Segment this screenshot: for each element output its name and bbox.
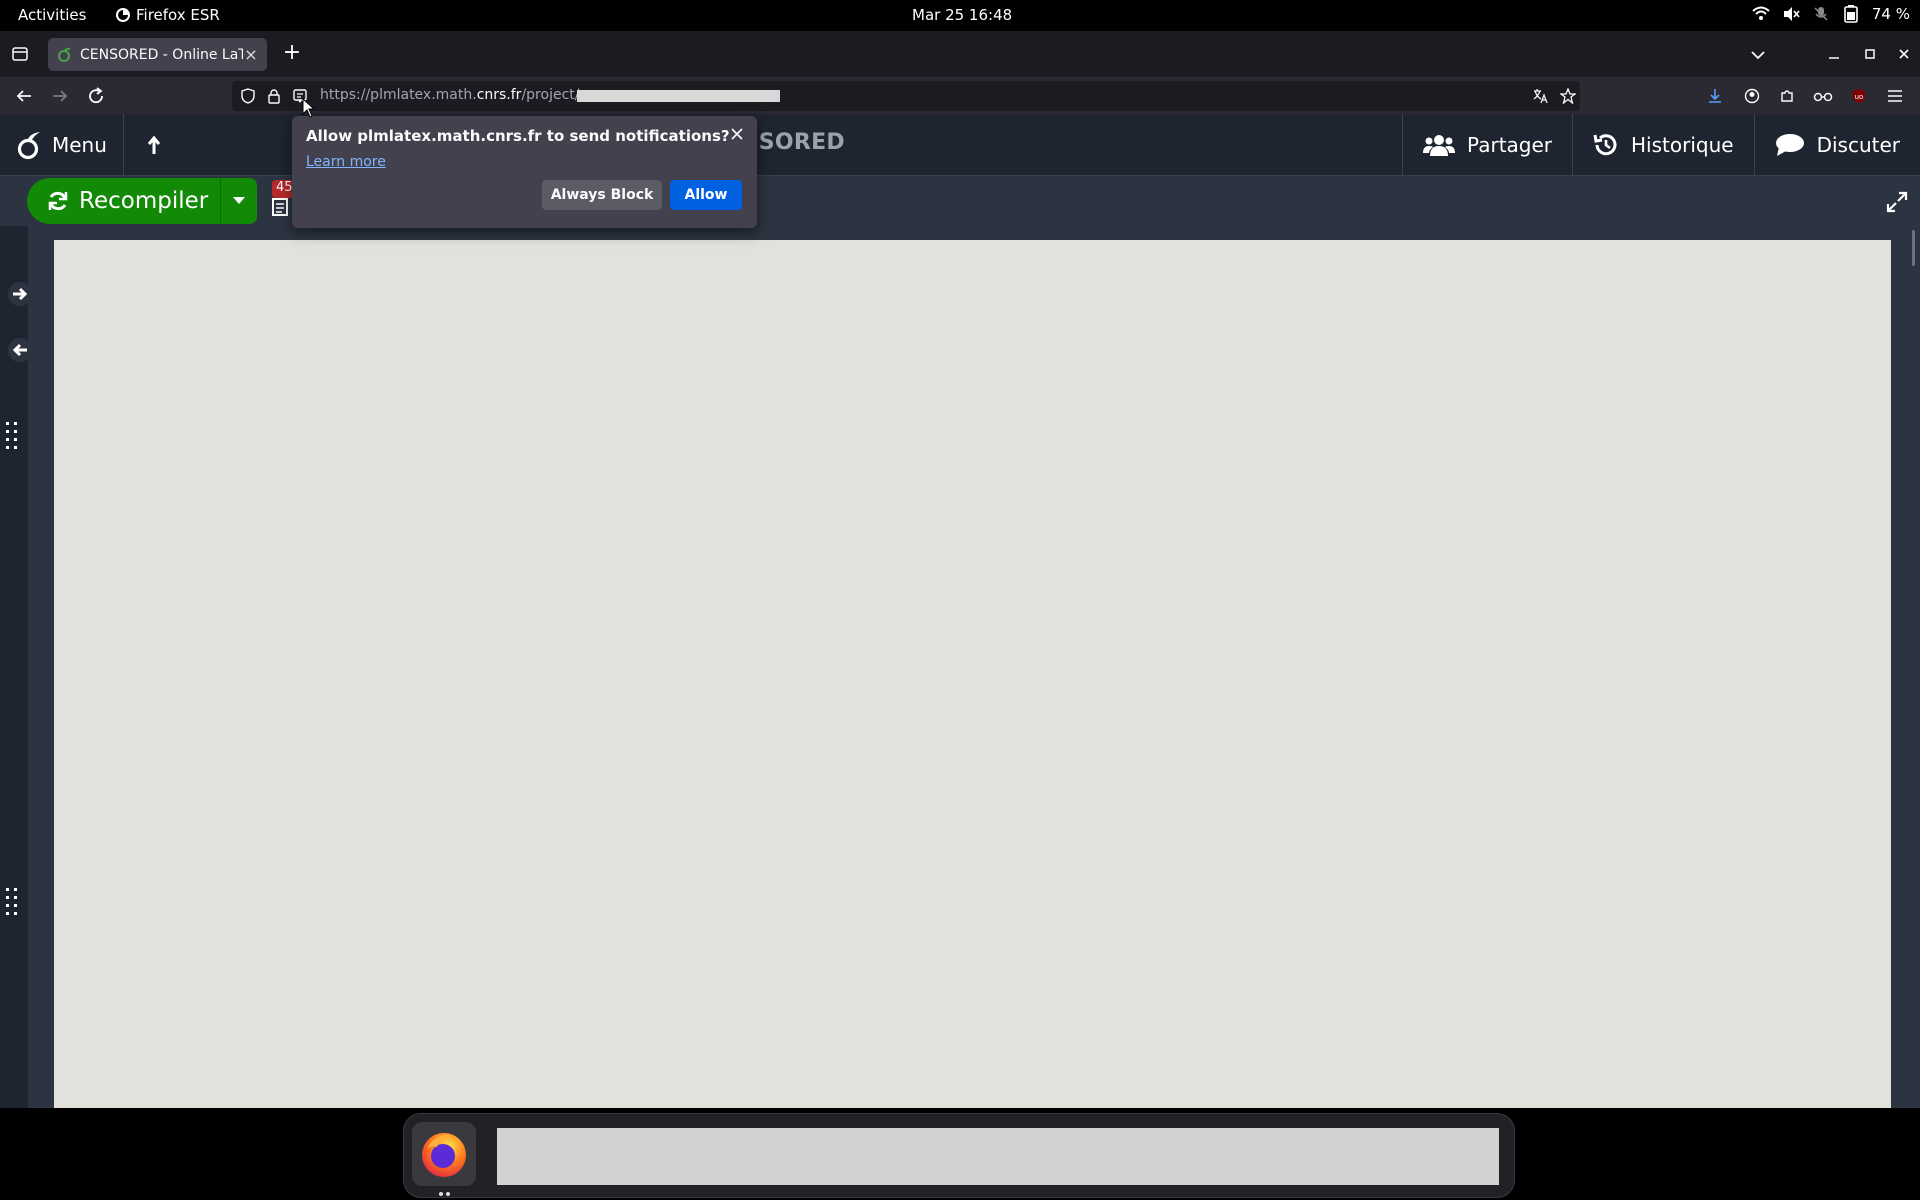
recompile-options-dropdown[interactable] <box>221 197 257 205</box>
pdf-scrollbar[interactable] <box>1906 226 1920 1108</box>
running-indicator <box>439 1192 451 1196</box>
lock-icon[interactable] <box>266 88 282 104</box>
notification-permission-popup: Allow plmlatex.math.cnrs.fr to send noti… <box>292 116 757 228</box>
pdf-toolbar: Recompiler 45 <box>0 176 1920 226</box>
resize-grip-top-icon[interactable] <box>4 420 22 456</box>
new-tab-button[interactable]: + <box>280 42 304 66</box>
microphone-muted-icon <box>1812 5 1830 23</box>
allow-button[interactable]: Allow <box>670 180 742 210</box>
list-all-tabs-icon[interactable] <box>1748 45 1768 65</box>
expand-editor-arrow-icon[interactable] <box>8 282 32 306</box>
extensions-puzzle-icon[interactable] <box>1775 84 1799 108</box>
header-actions: Partager Historique Discuter <box>1402 114 1920 176</box>
tracking-shield-icon[interactable] <box>240 88 256 104</box>
browser-nav-bar: https://plmlatex.math.cnrs.fr/project/ u… <box>0 77 1920 114</box>
scrollbar-thumb[interactable] <box>1912 230 1915 266</box>
resize-grip-bottom-icon[interactable] <box>4 886 22 922</box>
share-label: Partager <box>1467 133 1553 157</box>
battery-percent: 74 % <box>1871 5 1910 23</box>
overleaf-menu-button[interactable]: Menu <box>0 114 124 176</box>
maximize-window-icon[interactable] <box>1860 44 1880 64</box>
overleaf-favicon-icon <box>58 47 71 62</box>
collapse-pdf-arrow-icon[interactable] <box>8 338 32 362</box>
menu-label: Menu <box>52 133 107 157</box>
logs-icon[interactable] <box>272 198 292 216</box>
clock[interactable]: Mar 25 16:48 <box>912 6 1012 24</box>
chat-button[interactable]: Discuter <box>1753 114 1920 176</box>
activities-button[interactable]: Activities <box>18 6 86 24</box>
chat-label: Discuter <box>1816 133 1900 157</box>
gnome-dash <box>403 1113 1515 1198</box>
back-to-projects-icon[interactable] <box>140 132 168 160</box>
speaker-muted-icon <box>1782 5 1800 23</box>
recompile-label: Recompiler <box>79 188 209 214</box>
wifi-icon <box>1752 5 1770 23</box>
expand-pdf-icon[interactable] <box>1886 191 1908 213</box>
translate-icon[interactable] <box>1532 88 1548 104</box>
overleaf-logo-icon <box>17 132 40 160</box>
reader-glasses-icon[interactable] <box>1811 84 1835 108</box>
url-bar[interactable]: https://plmlatex.math.cnrs.fr/project/ <box>232 81 1580 111</box>
tab-title: CENSORED - Online LaTe <box>80 46 243 63</box>
ublock-origin-icon[interactable]: uo <box>1847 84 1871 108</box>
back-arrow-icon[interactable] <box>12 84 36 108</box>
browser-tab-strip: CENSORED - Online LaTe × + <box>0 31 1920 77</box>
url-text: https://plmlatex.math.cnrs.fr/project/ <box>320 87 580 103</box>
caret-down-icon <box>233 197 245 204</box>
history-button[interactable]: Historique <box>1572 114 1754 176</box>
firefox-view-icon[interactable] <box>10 44 30 64</box>
history-icon <box>1593 134 1617 156</box>
browser-tab-active[interactable]: CENSORED - Online LaTe × <box>48 38 267 71</box>
minimize-window-icon[interactable] <box>1824 44 1844 64</box>
share-button[interactable]: Partager <box>1402 114 1572 176</box>
hamburger-menu-icon[interactable] <box>1883 84 1907 108</box>
recompile-button[interactable]: Recompiler <box>27 178 221 224</box>
always-block-button[interactable]: Always Block <box>542 180 662 210</box>
chat-bubble-icon <box>1775 134 1804 156</box>
recompile-button-group: Recompiler <box>27 178 257 224</box>
downloads-icon[interactable] <box>1703 84 1727 108</box>
tab-close-icon[interactable]: × <box>243 45 259 64</box>
redacted-dash-area <box>497 1128 1499 1185</box>
forward-arrow-icon[interactable] <box>48 84 72 108</box>
learn-more-link[interactable]: Learn more <box>306 154 386 170</box>
history-label: Historique <box>1631 133 1734 157</box>
account-icon[interactable] <box>1740 84 1764 108</box>
system-tray[interactable]: 74 % <box>1752 5 1910 23</box>
app-name: Firefox ESR <box>136 6 220 24</box>
svg-text:uo: uo <box>1855 93 1864 101</box>
reload-icon[interactable] <box>84 84 108 108</box>
editor-collapse-rail <box>0 226 32 1108</box>
close-icon[interactable] <box>727 124 747 144</box>
log-count-badge: 45 <box>272 180 294 198</box>
redacted-url-path <box>577 90 780 102</box>
firefox-small-icon <box>116 8 130 22</box>
battery-icon <box>1842 5 1860 23</box>
notification-message: Allow plmlatex.math.cnrs.fr to send noti… <box>306 127 730 145</box>
pdf-page-blank <box>54 240 1891 1108</box>
app-menu[interactable]: Firefox ESR <box>116 6 220 24</box>
refresh-icon <box>48 191 68 211</box>
firefox-dash-launcher[interactable] <box>412 1122 476 1186</box>
firefox-icon <box>422 1133 466 1177</box>
users-icon <box>1423 135 1456 156</box>
bookmark-star-icon[interactable] <box>1560 88 1576 104</box>
mouse-cursor-icon <box>302 98 316 118</box>
overleaf-header: Menu NSORED Partager Historique Discuter <box>0 114 1920 176</box>
close-window-icon[interactable] <box>1894 44 1914 64</box>
system-top-bar: Activities Firefox ESR Mar 25 16:48 74 % <box>0 0 1920 31</box>
